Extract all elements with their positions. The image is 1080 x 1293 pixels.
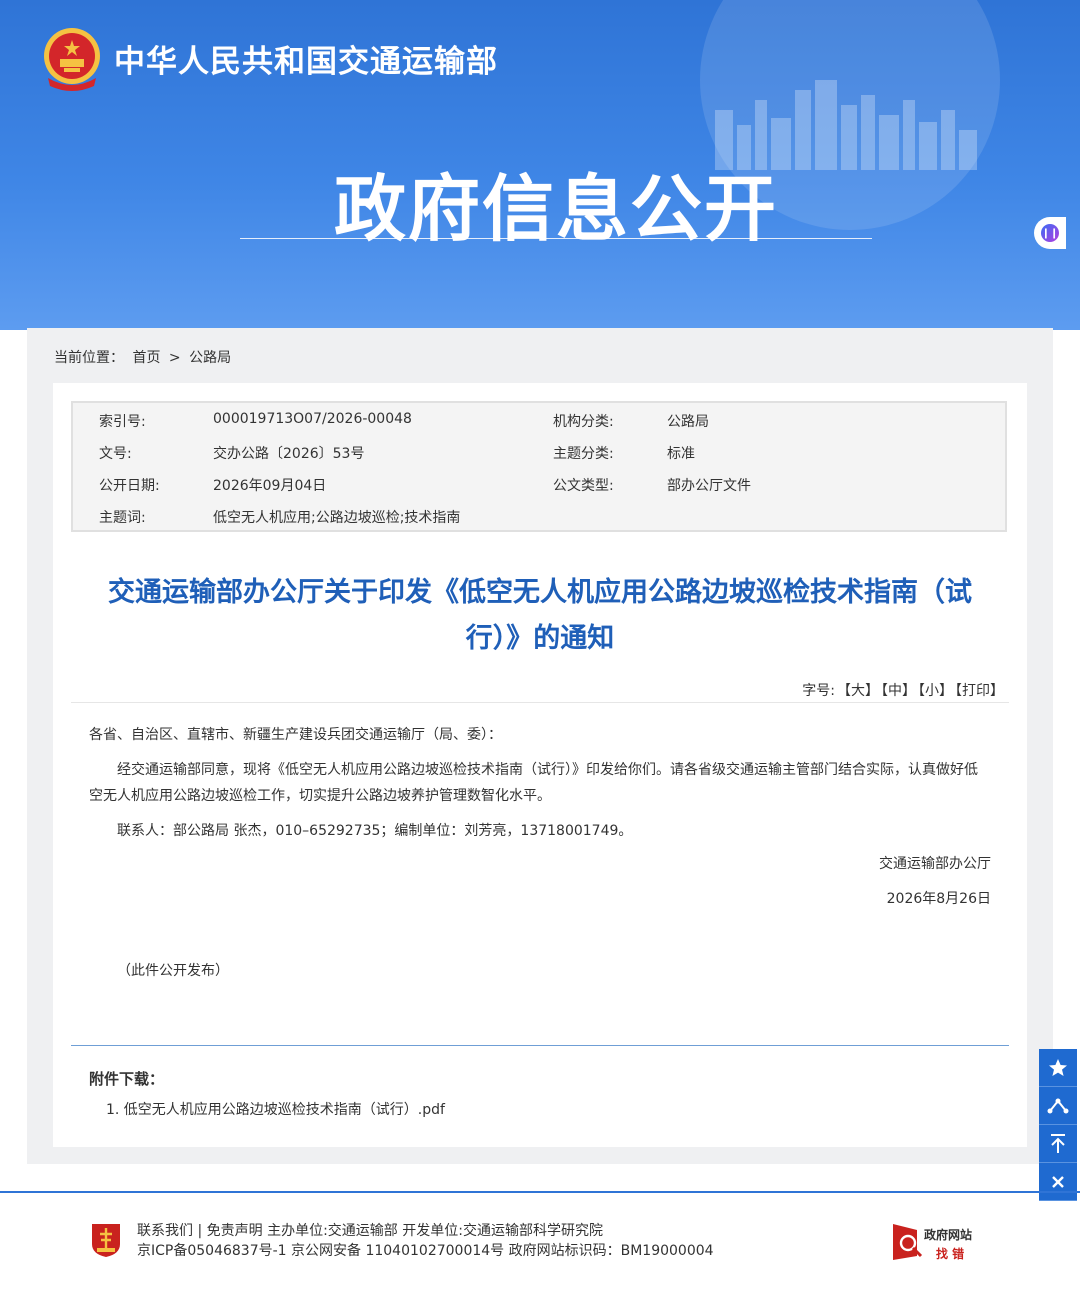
footer-info-line: 联系我们 | 免责声明 主办单位:交通运输部 开发单位:交通运输部科学研究院 <box>137 1223 603 1239</box>
article-title: 交通运输部办公厅关于印发《低空无人机应用公路边坡巡检技术指南（试 行）》的通知 <box>82 570 998 662</box>
ai-assistant-icon: ❙❙ <box>1041 224 1059 242</box>
section-title: 政府信息公开 <box>333 166 778 251</box>
breadcrumb-label: 当前位置： <box>54 350 124 366</box>
meta-value: 部办公厅文件 <box>667 478 751 494</box>
meta-value: 交办公路〔2026〕53号 <box>213 446 365 462</box>
meta-row: 文号: 交办公路〔2026〕53号 主题分类: 标准 <box>73 436 1005 468</box>
meta-value: 2026年09月04日 <box>213 478 327 494</box>
font-size-large-button[interactable]: 【大】 <box>837 683 879 699</box>
meta-label: 机构分类: <box>553 414 614 430</box>
footer-divider <box>0 1191 1080 1193</box>
breadcrumb: 当前位置： 首页 > 公路局 <box>54 347 235 367</box>
publish-note: （此件公开发布） <box>117 963 229 979</box>
meta-label: 主题词: <box>99 510 146 526</box>
meta-value: 低空无人机应用;公路边坡巡检;技术指南 <box>213 510 461 526</box>
meta-label: 主题分类: <box>553 446 614 462</box>
font-size-controls: 字号: 【大】 【中】 【小】 【打印】 <box>800 680 1004 700</box>
site-header: 中华人民共和国交通运输部 政府信息公开 ❙❙ <box>0 0 1080 330</box>
share-button[interactable] <box>1039 1087 1077 1125</box>
attachments-title: 附件下载： <box>89 1070 165 1088</box>
share-icon <box>1047 1098 1069 1113</box>
issue-date: 2026年8月26日 <box>886 891 991 907</box>
meta-label: 公文类型: <box>553 478 614 494</box>
breadcrumb-separator: > <box>168 350 181 366</box>
gov-website-error-report-badge[interactable]: 政府网站 找 错 <box>891 1222 979 1262</box>
badge-bottom-text: 找 错 <box>936 1247 965 1261</box>
floating-toolbar <box>1039 1049 1077 1201</box>
paragraph-line: 空无人机应用公路边坡巡检工作，切实提升公路边坡养护管理数智化水平。 <box>89 788 551 804</box>
meta-row: 主题词: 低空无人机应用;公路边坡巡检;技术指南 <box>73 500 1005 532</box>
back-to-top-icon <box>1051 1133 1065 1153</box>
meta-row: 索引号: 000019713O07/2026-00048 机构分类: 公路局 <box>73 404 1005 436</box>
paragraph-line: 经交通运输部同意，现将《低空无人机应用公路边坡巡检技术指南（试行）》印发给你们。… <box>117 762 978 778</box>
paragraph: 经交通运输部同意，现将《低空无人机应用公路边坡巡检技术指南（试行）》印发给你们。… <box>89 757 994 809</box>
close-icon <box>1052 1175 1064 1188</box>
meta-row: 公开日期: 2026年09月04日 公文类型: 部办公厅文件 <box>73 468 1005 500</box>
party-gov-logo-icon <box>92 1224 120 1257</box>
meta-value: 标准 <box>667 446 695 462</box>
title-underline <box>240 238 872 239</box>
attachment-link[interactable]: 1. 低空无人机应用公路边坡巡检技术指南（试行）.pdf <box>106 1099 445 1119</box>
font-size-medium-button[interactable]: 【中】 <box>881 683 916 699</box>
gov-search-icon <box>893 1224 923 1260</box>
favorite-button[interactable] <box>1039 1049 1077 1087</box>
footer-icp-line: 京ICP备05046837号-1 京公网安备 11040102700014号 政… <box>137 1243 714 1259</box>
ministry-name: 中华人民共和国交通运输部 <box>114 44 498 80</box>
article-title-line: 交通运输部办公厅关于印发《低空无人机应用公路边坡巡检技术指南（试 <box>108 577 972 608</box>
back-to-top-button[interactable] <box>1039 1125 1077 1163</box>
meta-value: 公路局 <box>667 414 709 430</box>
contact-info: 联系人：部公路局 张杰，010–65292735；编制单位：刘芳亮，137180… <box>117 823 633 839</box>
close-toolbar-button[interactable] <box>1039 1163 1077 1201</box>
print-button[interactable]: 【打印】 <box>955 683 1004 699</box>
salutation: 各省、自治区、直辖市、新疆生产建设兵团交通运输厅（局、委）： <box>89 727 502 743</box>
badge-top-text: 政府网站 <box>924 1228 973 1242</box>
attachment-divider <box>71 1045 1009 1046</box>
article-title-line: 行）》的通知 <box>465 623 615 654</box>
signer: 交通运输部办公厅 <box>879 856 991 872</box>
document-metadata-table: 索引号: 000019713O07/2026-00048 机构分类: 公路局 文… <box>71 401 1007 532</box>
national-emblem-icon <box>44 28 100 91</box>
meta-label: 公开日期: <box>99 478 160 494</box>
ai-assistant-button[interactable]: ❙❙ <box>1034 217 1066 249</box>
meta-value: 000019713O07/2026-00048 <box>213 411 412 427</box>
font-size-small-button[interactable]: 【小】 <box>918 683 953 699</box>
breadcrumb-home-link[interactable]: 首页 <box>132 350 160 366</box>
font-size-label: 字号: <box>802 683 835 699</box>
meta-label: 索引号: <box>99 414 146 430</box>
divider <box>71 702 1009 703</box>
breadcrumb-current-link[interactable]: 公路局 <box>189 350 231 366</box>
meta-label: 文号: <box>99 446 132 462</box>
star-icon <box>1049 1058 1067 1076</box>
